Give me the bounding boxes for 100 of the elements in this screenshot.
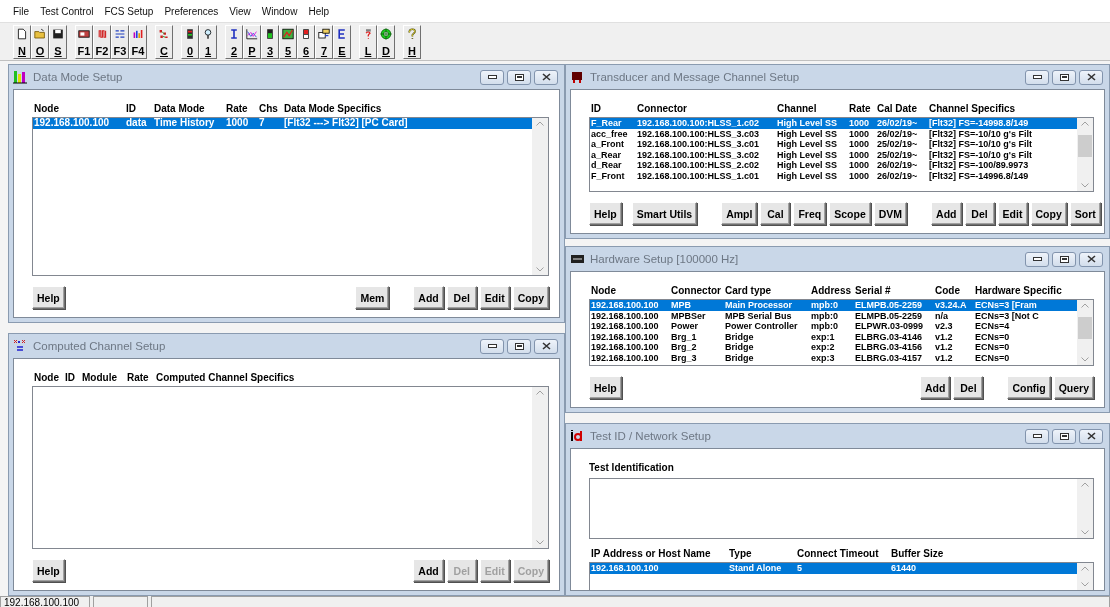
dialog-button[interactable]: Copy	[1030, 202, 1067, 225]
menu-item[interactable]: Preferences	[164, 5, 219, 17]
dialog-button[interactable]: Cal	[760, 202, 791, 225]
dialog-button[interactable]: Help	[589, 202, 622, 225]
dialog-button[interactable]: Edit	[997, 202, 1028, 225]
toolbar-button[interactable]: 3	[261, 24, 279, 59]
minimize-button[interactable]	[1025, 251, 1049, 267]
menu-item[interactable]: Test Control	[40, 5, 94, 17]
dialog-button[interactable]: Add	[919, 376, 951, 399]
scroll-down-icon[interactable]	[536, 540, 544, 545]
toolbar-button[interactable]: 6	[297, 24, 315, 59]
restore-button[interactable]	[1052, 251, 1076, 267]
list-row[interactable]: 192.168.100.100 Brg_3 Bridge exp:3 ELBRG.03-4157 v1.2 ECNs=0	[590, 352, 1077, 363]
scroll-up-icon[interactable]	[1081, 121, 1089, 126]
list-row[interactable]: a_Front 192.168.100.100:HLSS_3.c01 High Level SS 1000 25/02/19~ [Flt32] FS=-10/10 g's Filt	[590, 139, 1077, 150]
restore-button[interactable]	[1052, 69, 1076, 85]
menu-item[interactable]: FCS Setup	[104, 5, 154, 17]
toolbar-button[interactable]: C	[155, 24, 173, 59]
scroll-down-icon[interactable]	[1081, 582, 1089, 587]
scrollbar-thumb[interactable]	[1078, 135, 1092, 157]
list-row[interactable]: 192.168.100.100 MPBSer MPB Serial Bus mpb:0 ELMPB.05-2259 n/a ECNs=3 [Not C	[590, 310, 1077, 321]
toolbar-button[interactable]: 1	[199, 24, 217, 59]
scroll-up-icon[interactable]	[1081, 482, 1089, 487]
scroll-up-icon[interactable]	[536, 390, 544, 395]
toolbar-button[interactable]: P	[243, 24, 261, 59]
dialog-button[interactable]: Del	[964, 202, 995, 225]
list-row[interactable]: 192.168.100.100 data Time History 1000 7 [Flt32 ---> Flt32] [PC Card]	[33, 118, 532, 129]
dialog-button[interactable]: Add	[931, 202, 962, 225]
scrollbar-thumb[interactable]	[1078, 317, 1092, 339]
close-button[interactable]	[534, 338, 558, 354]
list-row[interactable]: 192.168.100.100 Stand Alone 5 61440	[590, 563, 1077, 574]
toolbar-button[interactable]: 0	[181, 24, 199, 59]
list-row[interactable]: 192.168.100.100 Power Power Controller mpb:0 ELPWR.03-0999 v2.3 ECNs=4	[590, 321, 1077, 332]
minimize-button[interactable]	[480, 338, 504, 354]
scroll-up-icon[interactable]	[1081, 566, 1089, 571]
dialog-button[interactable]: Sort	[1069, 202, 1101, 225]
dialog-button[interactable]: Smart Utils	[631, 202, 698, 225]
dialog-button[interactable]: Copy	[512, 286, 549, 309]
scrollbar[interactable]	[1077, 118, 1093, 191]
minimize-button[interactable]	[480, 69, 504, 85]
list-row[interactable]: 192.168.100.100 Brg_2 Bridge exp:2 ELBRG.03-4156 v1.2 ECNs=0	[590, 342, 1077, 353]
toolbar-button[interactable]: S	[49, 24, 67, 59]
dialog-button[interactable]: Del	[953, 376, 984, 399]
toolbar-button[interactable]: 2	[225, 24, 243, 59]
toolbar-button[interactable]: L	[359, 24, 377, 59]
text-area[interactable]	[589, 478, 1094, 539]
menu-item[interactable]: Window	[261, 5, 298, 17]
minimize-button[interactable]	[1025, 69, 1049, 85]
toolbar-button[interactable]: 7	[315, 24, 333, 59]
dialog-button[interactable]: Freq	[793, 202, 827, 225]
scrollbar[interactable]	[1077, 479, 1093, 538]
toolbar-button[interactable]: 5	[279, 24, 297, 59]
close-button[interactable]	[1079, 428, 1103, 444]
scroll-down-icon[interactable]	[536, 267, 544, 272]
scroll-down-icon[interactable]	[1081, 183, 1089, 188]
scroll-up-icon[interactable]	[1081, 303, 1089, 308]
close-button[interactable]	[1079, 251, 1103, 267]
toolbar-button[interactable]: F1	[75, 24, 93, 59]
list-row[interactable]: F_Front 192.168.100.100:HLSS_1.c01 High Level SS 1000 26/02/19~ [Flt32] FS=-14996.8/149	[590, 170, 1077, 181]
minimize-button[interactable]	[1025, 428, 1049, 444]
dialog-button[interactable]: Config	[1007, 376, 1051, 399]
list-row[interactable]: F_Rear 192.168.100.100:HLSS_1.c02 High Level SS 1000 26/02/19~ [Flt32] FS=-14998.8/149	[590, 118, 1077, 129]
dialog-button[interactable]: Help	[32, 286, 65, 309]
menu-item[interactable]: Help	[308, 5, 329, 17]
toolbar-button[interactable]: N	[13, 24, 31, 59]
menu-item[interactable]: File	[13, 5, 30, 17]
menu-item[interactable]: View	[229, 5, 251, 17]
list-row[interactable]: a_Rear 192.168.100.100:HLSS_3.c02 High Level SS 1000 25/02/19~ [Flt32] FS=-10/10 g's Filt	[590, 149, 1077, 160]
list-row[interactable]: 192.168.100.100 MPB Main Processor mpb:0 ELMPB.05-2259 v3.24.A ECNs=3 [Fram	[590, 300, 1077, 311]
scrollbar[interactable]	[1077, 563, 1093, 590]
restore-button[interactable]	[1052, 428, 1076, 444]
dialog-button[interactable]: Query	[1053, 376, 1094, 399]
toolbar-button[interactable]: F2	[93, 24, 111, 59]
restore-button[interactable]	[507, 338, 531, 354]
restore-button[interactable]	[507, 69, 531, 85]
dialog-button[interactable]: Ampl	[721, 202, 758, 225]
close-button[interactable]	[534, 69, 558, 85]
dialog-button[interactable]: Add	[413, 286, 444, 309]
dialog-button[interactable]: Help	[32, 559, 65, 582]
dialog-button[interactable]: Add	[413, 559, 444, 582]
dialog-button[interactable]: Edit	[479, 286, 510, 309]
scroll-down-icon[interactable]	[1081, 357, 1089, 362]
toolbar-button[interactable]: F4	[129, 24, 147, 59]
dialog-button[interactable]: Del	[446, 286, 477, 309]
scroll-up-icon[interactable]	[536, 121, 544, 126]
close-button[interactable]	[1079, 69, 1103, 85]
scrollbar[interactable]	[1077, 300, 1093, 365]
toolbar-button[interactable]: O	[31, 24, 49, 59]
dialog-button[interactable]: Scope	[829, 202, 871, 225]
dialog-button[interactable]: Help	[589, 376, 622, 399]
scroll-down-icon[interactable]	[1081, 530, 1089, 535]
dialog-button[interactable]: Mem	[355, 286, 390, 309]
toolbar-button[interactable]: E	[333, 24, 351, 59]
list-row[interactable]: acc_free 192.168.100.100:HLSS_3.c03 High Level SS 1000 26/02/19~ [Flt32] FS=-10/10 g's Filt	[590, 128, 1077, 139]
list-row[interactable]: d_Rear 192.168.100.100:HLSS_2.c02 High Level SS 1000 26/02/19~ [Flt32] FS=-100/89.9973	[590, 160, 1077, 171]
scrollbar[interactable]	[532, 118, 548, 275]
toolbar-button[interactable]: H	[403, 24, 421, 59]
scrollbar[interactable]	[532, 387, 548, 548]
toolbar-button[interactable]: F3	[111, 24, 129, 59]
list-row[interactable]: 192.168.100.100 Brg_1 Bridge exp:1 ELBRG.03-4146 v1.2 ECNs=0	[590, 331, 1077, 342]
